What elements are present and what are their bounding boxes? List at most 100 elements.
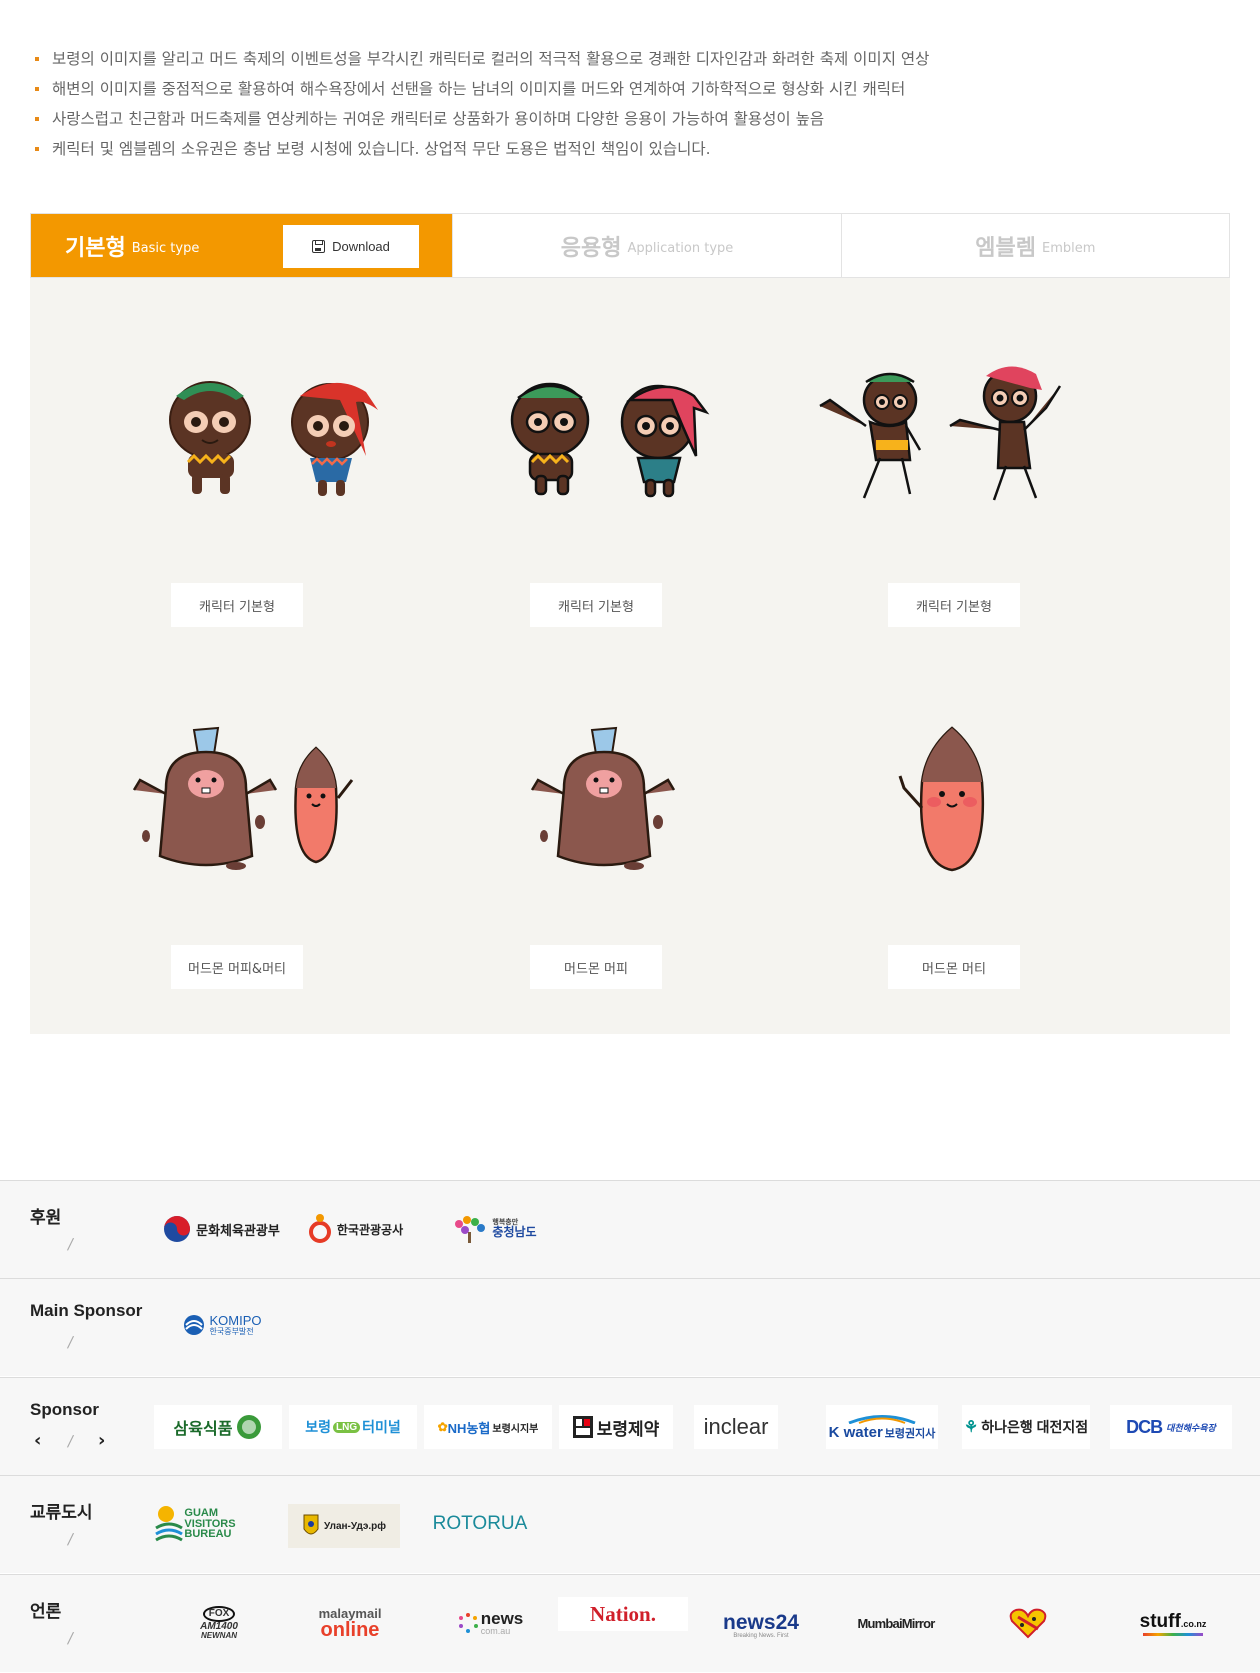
logo-text: LNG <box>333 1421 361 1433</box>
sponsor-row-title: 교류도시 <box>30 1503 93 1522</box>
sponsor-row-host: 후원 / 문화체육관광부 한국관광공사 행복충만 충청남도 <box>0 1180 1260 1278</box>
character-pair-image[interactable] <box>810 360 1080 505</box>
komipo-emblem-icon <box>184 1315 205 1335</box>
logo-subtext: 한국중부발전 <box>209 1326 254 1336</box>
the-nation-logo[interactable]: Nation. <box>558 1597 688 1631</box>
sponsor-row-title: 언론 <box>30 1602 62 1621</box>
tab-sublabel: Application type <box>627 240 734 256</box>
tab-label: 엠블렘 <box>975 235 1036 261</box>
slider-indicator: / <box>66 1235 75 1253</box>
inclear-logo[interactable]: inclear <box>694 1405 778 1449</box>
logo-text: NH농협 <box>447 1420 491 1436</box>
logo-subtext: Breaking News. First <box>733 1632 789 1639</box>
logo-subtext: 보령권지사 <box>884 1427 936 1440</box>
character-caption: 머드몬 머피 <box>530 945 662 989</box>
ulan-ude-logo[interactable]: Улан-Удэ.рф <box>288 1504 400 1548</box>
logo-text: 하나은행 대전지점 <box>981 1419 1089 1435</box>
news-com-au-logo[interactable]: news com.au <box>450 1601 530 1645</box>
nh-logo[interactable]: ✿ NH농협 보령시지부 <box>424 1405 552 1449</box>
komipo-logo[interactable]: KOMIPO 한국중부발전 <box>172 1303 272 1347</box>
character-gallery: 캐릭터 기본형 캐릭터 기본형 캐릭터 기본형 머드몬 머피&머티 머드몬 머피… <box>30 278 1230 1034</box>
sponsor-row-media: 언론 / FOX AM1400 NEWNAN malaymail online … <box>0 1574 1260 1672</box>
fox-am1400-logo[interactable]: FOX AM1400 NEWNAN <box>186 1601 252 1645</box>
logo-text: inclear <box>703 1414 769 1439</box>
kto-logo[interactable]: 한국관광공사 <box>300 1207 410 1251</box>
logo-text: news <box>480 1609 524 1629</box>
boryung-pharm-logo[interactable]: 보령제약 <box>559 1405 673 1449</box>
mudmon-murphy-image[interactable] <box>524 718 684 878</box>
logo-subtext: 보령시지부 <box>492 1423 539 1435</box>
character-caption: 캐릭터 기본형 <box>530 583 662 627</box>
kto-emblem-icon <box>308 1214 331 1243</box>
logo-text: 보령 <box>305 1419 331 1435</box>
ulan-ude-emblem-icon <box>303 1514 319 1535</box>
sponsor-row-main: Main Sponsor / KOMIPO 한국중부발전 <box>0 1278 1260 1376</box>
logo-subtext: 대천해수욕장 <box>1166 1422 1216 1433</box>
guam-logo[interactable]: GUAM VISITORS BUREAU <box>152 1502 238 1546</box>
guam-emblem-icon <box>155 1506 184 1542</box>
type-tabs: 기본형 Basic type Download 응용형 Application … <box>30 213 1230 278</box>
tab-basic-type[interactable]: 기본형 Basic type Download <box>31 214 453 277</box>
mudmon-pair-image[interactable] <box>126 718 366 878</box>
chungnam-logo[interactable]: 행복충만 충청남도 <box>444 1207 544 1251</box>
chevron-left-icon[interactable]: ‹ <box>34 1430 41 1451</box>
logo-text: stuff <box>1139 1610 1181 1632</box>
logo-text: BUREAU <box>184 1528 232 1541</box>
logo-text: 충청남도 <box>492 1225 537 1240</box>
heart-emblem-icon <box>1009 1608 1047 1639</box>
sponsor-row-title: 후원 <box>30 1208 62 1227</box>
boryung-pharm-emblem-icon <box>572 1416 593 1438</box>
kwater-arc-icon <box>848 1414 916 1424</box>
logo-text: Улан-Удэ.рф <box>324 1520 386 1532</box>
sahmyook-logo[interactable]: 삼육식품 <box>154 1405 282 1449</box>
logo-text: FOX <box>202 1606 236 1622</box>
logo-subtext: .co.nz <box>1180 1618 1207 1629</box>
logo-text: Nation. <box>590 1601 656 1626</box>
save-icon <box>312 240 326 253</box>
heart-logo[interactable] <box>1006 1601 1050 1645</box>
malaymail-logo[interactable]: malaymail online <box>308 1601 392 1645</box>
slider-indicator: / <box>66 1333 75 1351</box>
logo-text: MumbaiMirror <box>857 1615 935 1631</box>
logo-subtext: com.au <box>480 1625 511 1636</box>
stuff-logo[interactable]: stuff .co.nz <box>1136 1601 1210 1645</box>
sponsor-row-title: Sponsor <box>30 1400 99 1419</box>
intro-bullet: 보령의 이미지를 알리고 머드 축제의 이벤트성을 부각시킨 캐릭터로 컬러의 … <box>34 46 1224 76</box>
download-button[interactable]: Download <box>283 225 419 268</box>
tab-sublabel: Emblem <box>1041 240 1096 256</box>
intro-bullet: 케릭터 및 엠블렘의 소유권은 충남 보령 시청에 있습니다. 상업적 무단 도… <box>34 136 1224 166</box>
tab-sublabel: Basic type <box>131 240 200 256</box>
dcb-logo[interactable]: DCB 대천해수욕장 <box>1110 1405 1232 1449</box>
logo-text: news24 <box>723 1610 799 1634</box>
news24-logo[interactable]: news24 Breaking News. First <box>716 1603 806 1647</box>
logo-text: 문화체육관광부 <box>196 1222 280 1238</box>
logo-text: 한국관광공사 <box>336 1222 404 1237</box>
tab-emblem[interactable]: 엠블렘 Emblem <box>840 214 1229 277</box>
news-com-au-emblem-icon <box>458 1613 478 1633</box>
download-label: Download <box>332 239 390 254</box>
character-pair-image[interactable] <box>140 370 400 500</box>
character-caption: 캐릭터 기본형 <box>888 583 1020 627</box>
logo-text: 삼육식품 <box>173 1421 233 1438</box>
logo-text: ROTORUA <box>432 1513 528 1534</box>
slider-indicator: / <box>66 1629 75 1647</box>
mumbai-mirror-logo[interactable]: MumbaiMirror <box>854 1601 938 1645</box>
hana-bank-logo[interactable]: ⚘ 하나은행 대전지점 <box>962 1405 1090 1449</box>
mcst-emblem-icon <box>164 1216 191 1242</box>
intro-bullet: 사랑스럽고 친근함과 머드축제를 연상케하는 귀여운 캐릭터로 상품화가 용이하… <box>34 106 1224 136</box>
boryeong-lng-logo[interactable]: 보령 LNG 터미널 <box>289 1405 417 1449</box>
character-pair-image[interactable] <box>488 370 728 500</box>
tab-application-type[interactable]: 응용형 Application type <box>452 214 841 277</box>
chevron-right-icon[interactable]: › <box>98 1430 105 1451</box>
intro-bullet: 해변의 이미지를 중점적으로 활용하여 해수욕장에서 선탠을 하는 남녀의 이미… <box>34 76 1224 106</box>
sponsor-row-sponsor: Sponsor ‹ / › 삼육식품 보령 LNG 터미널 ✿ NH농협 보령시… <box>0 1377 1260 1475</box>
character-caption: 캐릭터 기본형 <box>171 583 303 627</box>
rotorua-logo[interactable]: ROTORUA <box>430 1502 530 1546</box>
logo-text: 보령제약 <box>596 1419 660 1439</box>
mcst-logo[interactable]: 문화체육관광부 <box>156 1207 286 1251</box>
chungnam-emblem-icon <box>455 1216 486 1243</box>
logo-text: online <box>320 1618 380 1641</box>
mudmon-mutty-image[interactable] <box>892 718 1012 878</box>
kwater-logo[interactable]: K water 보령권지사 <box>826 1405 938 1449</box>
logo-text: 터미널 <box>362 1419 401 1435</box>
